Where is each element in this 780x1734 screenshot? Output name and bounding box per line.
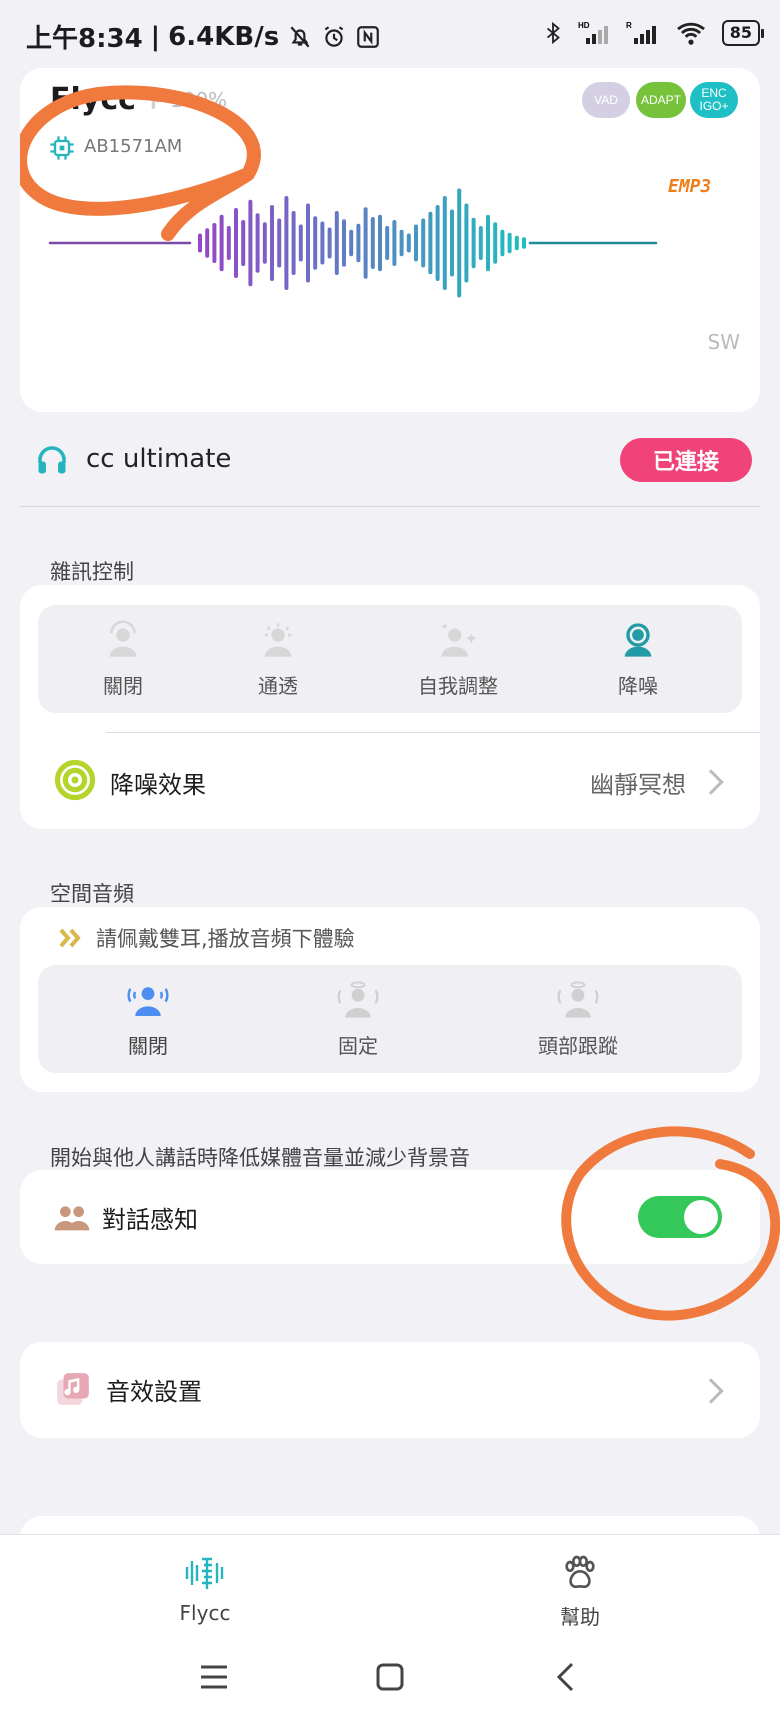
- person-audio-icon: [127, 986, 169, 1016]
- battery-indicator: 85: [721, 20, 765, 46]
- noise-effect-row[interactable]: 降噪效果 幽靜冥想: [20, 735, 760, 829]
- flycc-logo-icon: [185, 1557, 224, 1589]
- person-sparkle-icon: [441, 622, 477, 657]
- alarm-icon: [324, 25, 344, 47]
- svg-text:R: R: [626, 21, 632, 30]
- status-speed: 6.4KB/s: [168, 21, 280, 52]
- annotation-circle-device: [20, 85, 261, 241]
- spatial-mode-label: 頭部跟蹤: [538, 1033, 618, 1058]
- noise-mode-selector: 關閉 通透 自我調整 降噪: [38, 605, 742, 713]
- bell-muted-icon: [290, 26, 310, 47]
- person-halo-tracking-icon: [557, 980, 599, 1018]
- device-card: Flycc 100% AB1571AM VAD ADAPT ENC IGO+ E…: [20, 68, 760, 412]
- badge-enc: ENC IGO+: [690, 82, 738, 118]
- status-time: 上午8:34: [26, 24, 143, 54]
- menu-icon[interactable]: [198, 1663, 230, 1691]
- conversation-description: 開始與他人講話時降低媒體音量並減少背景音: [50, 1146, 470, 1170]
- sound-settings-label: 音效設置: [106, 1378, 202, 1406]
- noise-effect-value: 幽靜冥想: [590, 771, 686, 799]
- noise-mode-label: 降噪: [618, 673, 658, 698]
- noise-effect-label: 降噪效果: [110, 771, 206, 799]
- spatial-mode-label: 關閉: [128, 1033, 168, 1058]
- inner-divider: [106, 732, 760, 733]
- person-anc-icon: [624, 622, 652, 657]
- noise-control-card: 關閉 通透 自我調整 降噪 降噪效果 幽靜冥想: [20, 585, 760, 829]
- spatial-mode-label: 固定: [338, 1033, 378, 1058]
- spatial-hint: 請佩戴雙耳,播放音頻下體驗: [96, 927, 355, 951]
- divider: [20, 506, 760, 507]
- bottom-navigation: Flycc 幫助: [0, 1534, 780, 1734]
- signal-hd-icon: HD: [578, 21, 608, 44]
- spatial-mode-fixed[interactable]: 固定: [288, 965, 428, 1073]
- conversation-label: 對話感知: [102, 1206, 198, 1234]
- noise-mode-off[interactable]: 關閉: [58, 605, 188, 713]
- music-note-icon: [57, 1373, 89, 1405]
- person-waves-icon: [109, 620, 137, 657]
- noise-mode-transparency[interactable]: 通透: [213, 605, 343, 713]
- paw-icon: [565, 1555, 595, 1589]
- people-icon: [54, 1206, 90, 1231]
- noise-mode-anc[interactable]: 降噪: [573, 605, 703, 713]
- sound-settings-row[interactable]: 音效設置: [20, 1342, 760, 1438]
- person-sun-icon: [264, 622, 292, 657]
- noise-mode-label: 關閉: [103, 673, 143, 698]
- tab-help[interactable]: 幫助: [505, 1553, 655, 1643]
- wifi-icon: [676, 22, 705, 45]
- noise-mode-adaptive[interactable]: 自我調整: [378, 605, 538, 713]
- noise-mode-label: 通透: [258, 673, 298, 698]
- spatial-mode-selector: 關閉 固定 頭部跟蹤: [38, 965, 742, 1073]
- tab-flycc[interactable]: Flycc: [130, 1553, 280, 1643]
- noise-mode-label: 自我調整: [418, 673, 498, 698]
- spatial-mode-off[interactable]: 關閉: [78, 965, 218, 1073]
- back-icon[interactable]: [554, 1661, 578, 1693]
- signal-rings-icon: [54, 759, 96, 801]
- sw-label: SW: [707, 330, 740, 354]
- tab-label: Flycc: [179, 1601, 231, 1625]
- bluetooth-icon: [546, 21, 560, 45]
- double-chevron-icon: [59, 928, 81, 948]
- chevron-right-icon: [698, 1378, 724, 1404]
- tab-label: 幫助: [560, 1605, 600, 1629]
- annotation-circle-toggle: [561, 1126, 780, 1321]
- headphones-icon: [38, 446, 66, 474]
- home-icon[interactable]: [375, 1662, 405, 1692]
- noise-control-title: 雜訊控制: [50, 560, 134, 584]
- badge-adapt: ADAPT: [636, 82, 686, 118]
- spatial-audio-title: 空間音頻: [50, 882, 134, 906]
- chevron-right-icon: [698, 769, 724, 795]
- status-bar: 上午8:34 | 6.4KB/s HD R 85: [0, 0, 780, 70]
- spatial-audio-card: 請佩戴雙耳,播放音頻下體驗 關閉 固定 頭部跟蹤: [20, 907, 760, 1092]
- spatial-mode-head-tracking[interactable]: 頭部跟蹤: [498, 965, 658, 1073]
- badge-vad: VAD: [582, 82, 630, 118]
- signal-r-icon: R: [626, 21, 656, 44]
- connected-status-button[interactable]: 已連接: [620, 438, 752, 482]
- svg-text:HD: HD: [578, 21, 590, 30]
- nfc-icon: [357, 25, 380, 48]
- person-halo-icon: [337, 980, 379, 1018]
- connected-device-name: cc ultimate: [86, 444, 232, 474]
